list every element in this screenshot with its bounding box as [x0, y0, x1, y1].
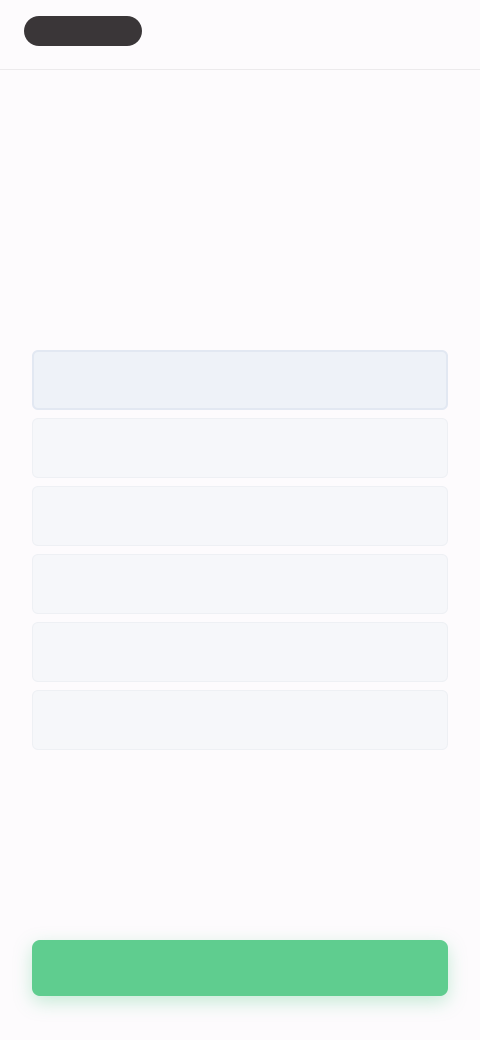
- answer-option-4[interactable]: [32, 554, 448, 614]
- answer-option-6[interactable]: [32, 690, 448, 750]
- continue-button[interactable]: [32, 940, 448, 996]
- answer-option-5[interactable]: [32, 622, 448, 682]
- top-bar: [0, 0, 480, 70]
- answer-option-3[interactable]: [32, 486, 448, 546]
- brand-logo[interactable]: [24, 16, 142, 46]
- answer-option-1[interactable]: [32, 350, 448, 410]
- onboarding-screen: [0, 0, 480, 1040]
- answer-option-2[interactable]: [32, 418, 448, 478]
- answer-options: [32, 350, 448, 758]
